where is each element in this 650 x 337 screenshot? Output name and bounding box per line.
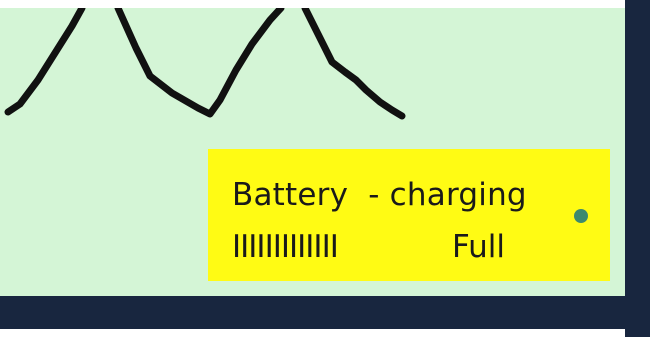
battery-title: Battery - charging (232, 177, 527, 213)
waveform-line (301, 8, 406, 120)
bezel-right (625, 0, 650, 337)
battery-level-bars: IIIIIIIIIIIII (232, 229, 339, 265)
charging-indicator-icon (574, 209, 588, 223)
display-screen: Battery - charging IIIIIIIIIIIII Full (0, 8, 625, 296)
waveform-line (4, 8, 86, 116)
battery-status-panel: Battery - charging IIIIIIIIIIIII Full (208, 149, 610, 281)
battery-full-label: Full (452, 229, 506, 265)
device-frame: Battery - charging IIIIIIIIIIIII Full (0, 0, 650, 337)
bezel-bottom (0, 296, 650, 329)
waveform-line (114, 8, 285, 118)
